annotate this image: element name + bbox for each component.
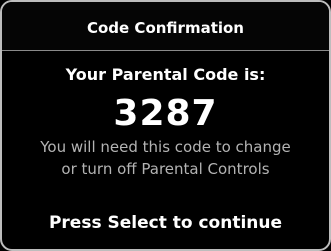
dialog-header: Code Confirmation [2, 2, 329, 51]
parental-code-heading: Your Parental Code is: [65, 65, 266, 84]
code-usage-note-line-2: or turn off Parental Controls [61, 160, 270, 178]
parental-code-value: 3287 [113, 93, 218, 134]
dialog-title: Code Confirmation [86, 19, 244, 37]
code-usage-note: You will need this code to change or tur… [2, 136, 329, 180]
code-confirmation-dialog: Code Confirmation Your Parental Code is:… [0, 0, 331, 251]
continue-prompt[interactable]: Press Select to continue [2, 212, 329, 234]
code-usage-note-line-1: You will need this code to change [40, 138, 291, 156]
